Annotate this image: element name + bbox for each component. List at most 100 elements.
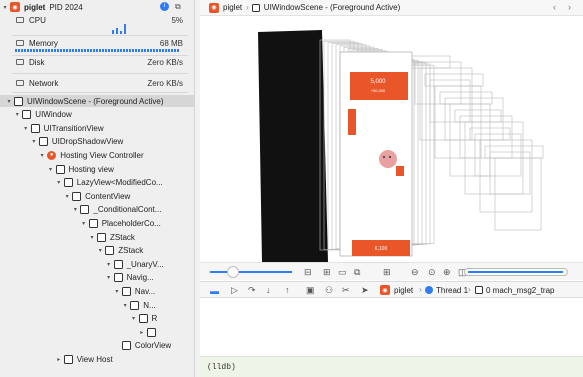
chevron-down-icon[interactable]: ▾ bbox=[0, 4, 10, 11]
view-debugger-icon[interactable]: ▣ bbox=[306, 285, 315, 295]
memory-graph-icon[interactable]: ⚇ bbox=[325, 285, 333, 295]
tree-row[interactable]: ▾ UIWindowScene - (Foreground Active) bbox=[0, 95, 195, 107]
clip-icon[interactable]: ⊞ bbox=[323, 267, 331, 277]
chevron-down-icon[interactable]: ▾ bbox=[4, 98, 14, 105]
tree-row[interactable]: ▾ UITransitionView bbox=[0, 122, 195, 134]
tree-label: ColorView bbox=[134, 341, 172, 351]
view-icon bbox=[55, 164, 65, 174]
chevron-down-icon[interactable]: ▾ bbox=[21, 125, 31, 132]
tree-row[interactable]: ▾ UIDropShadowView bbox=[0, 136, 195, 148]
jumpbar-app[interactable]: piglet bbox=[223, 3, 242, 12]
grid-icon[interactable]: ⊞ bbox=[383, 267, 391, 277]
view-controls: ⊟ ⊞ ▭ ⧉ ⊞ ⊖ ⊙ ⊕ ◫ bbox=[200, 262, 583, 280]
tree-row[interactable]: ▾ ContentView bbox=[0, 190, 195, 202]
metric-memory[interactable]: Memory 68 MB bbox=[0, 37, 195, 49]
action-button-label: 6,100 bbox=[375, 246, 388, 252]
chevron-left-icon[interactable]: ‹ bbox=[553, 2, 556, 12]
tree-label: R bbox=[151, 314, 158, 324]
tree-row[interactable]: ▾ Navig... bbox=[0, 272, 195, 284]
jump-bar: ◉ piglet › UIWindowScene - (Foreground A… bbox=[200, 0, 583, 16]
tree-row[interactable]: ▸ bbox=[0, 326, 195, 338]
tree-row[interactable]: ▾ Hosting view bbox=[0, 163, 195, 175]
zoom-reset-icon[interactable]: ⊙ bbox=[428, 267, 436, 277]
tree-row[interactable]: ▾ UIWindow bbox=[0, 109, 195, 121]
hide-debug-area-icon[interactable]: ▬ bbox=[210, 286, 219, 296]
debug-app[interactable]: piglet bbox=[394, 286, 413, 295]
debug-thread[interactable]: Thread 1 bbox=[436, 286, 468, 295]
step-out-icon[interactable]: ↑ bbox=[285, 285, 290, 295]
metric-network[interactable]: Network Zero KB/s bbox=[0, 77, 195, 89]
tree-label: UIDropShadowView bbox=[51, 137, 124, 147]
chevron-down-icon[interactable]: ▾ bbox=[129, 315, 139, 322]
chevron-right-icon: › bbox=[419, 285, 422, 294]
view-icon bbox=[138, 314, 148, 324]
tree-label: _UnaryV... bbox=[126, 259, 164, 269]
slider-knob[interactable] bbox=[227, 266, 239, 278]
tree-row[interactable]: ▾ ZStack bbox=[0, 245, 195, 257]
view-icon bbox=[72, 191, 82, 201]
process-pid: PID 2024 bbox=[49, 2, 83, 12]
continue-icon[interactable]: ▷ bbox=[231, 285, 238, 295]
view-icon bbox=[113, 273, 123, 283]
metric-value: 68 MB bbox=[159, 38, 183, 48]
divider bbox=[12, 73, 188, 74]
chevron-down-icon[interactable]: ▾ bbox=[54, 179, 64, 186]
metric-disk[interactable]: Disk Zero KB/s bbox=[0, 56, 195, 68]
location-icon[interactable]: ➤ bbox=[361, 285, 369, 295]
console-input[interactable]: (lldb) bbox=[200, 356, 583, 377]
view-hierarchy-canvas[interactable]: 5,000 +50,000 6,100 bbox=[200, 16, 583, 262]
chevron-down-icon[interactable]: ▾ bbox=[79, 220, 89, 227]
chevron-down-icon[interactable]: ▾ bbox=[87, 234, 97, 241]
range-fill bbox=[468, 271, 563, 273]
tree-label: UIWindowScene - (Foreground Active) bbox=[27, 96, 164, 106]
tree-row[interactable]: ▸ View Host bbox=[0, 353, 195, 365]
cpu-graph bbox=[112, 24, 126, 34]
copy-icon[interactable]: ⧉ bbox=[175, 2, 181, 12]
chevron-down-icon[interactable]: ▾ bbox=[12, 111, 22, 118]
spacing-slider[interactable] bbox=[210, 271, 292, 273]
chevron-down-icon[interactable]: ▾ bbox=[120, 302, 130, 309]
frames-icon[interactable]: ▭ bbox=[338, 267, 347, 277]
tree-label: UITransitionView bbox=[43, 123, 104, 133]
chevron-right-icon[interactable]: ▸ bbox=[54, 356, 64, 363]
process-name: piglet bbox=[24, 2, 46, 12]
chevron-down-icon[interactable]: ▾ bbox=[46, 166, 56, 173]
tree-row[interactable]: ▾ Nav... bbox=[0, 285, 195, 297]
chevron-down-icon[interactable]: ▾ bbox=[104, 274, 114, 281]
chevron-down-icon[interactable]: ▾ bbox=[95, 247, 105, 254]
tree-row[interactable]: ColorView bbox=[0, 340, 195, 352]
app-icon: ◉ bbox=[209, 2, 219, 13]
zoom-in-icon[interactable]: ⊕ bbox=[443, 267, 451, 277]
chevron-down-icon[interactable]: ▾ bbox=[70, 206, 80, 213]
tree-row[interactable]: ▾ ● Hosting View Controller bbox=[0, 149, 195, 161]
views-icon[interactable]: ⧉ bbox=[354, 267, 360, 277]
chevron-down-icon[interactable]: ▾ bbox=[62, 193, 72, 200]
chevron-down-icon[interactable]: ▾ bbox=[29, 138, 39, 145]
step-in-icon[interactable]: ↓ bbox=[266, 285, 271, 295]
chevron-down-icon[interactable]: ▾ bbox=[112, 288, 122, 295]
chevron-right-icon[interactable]: ▸ bbox=[137, 329, 147, 336]
layout-icon[interactable]: ⊟ bbox=[304, 267, 312, 277]
tree-row[interactable]: ▾ PlaceholderCo... bbox=[0, 217, 195, 229]
chevron-down-icon[interactable]: ▾ bbox=[104, 261, 114, 268]
view-controller-icon: ● bbox=[47, 150, 57, 160]
tree-row[interactable]: ▾ N... bbox=[0, 299, 195, 311]
step-over-icon[interactable]: ↷ bbox=[248, 285, 256, 295]
tree-row[interactable]: ▾ _UnaryV... bbox=[0, 258, 195, 270]
process-header[interactable]: ▾ ◉ piglet PID 2024 i ⧉ bbox=[0, 1, 195, 13]
chevron-right-icon[interactable]: › bbox=[568, 2, 571, 12]
tree-row[interactable]: ▾ _ConditionalCont... bbox=[0, 204, 195, 216]
debug-frame[interactable]: 0 mach_msg2_trap bbox=[486, 286, 554, 295]
zoom-out-icon[interactable]: ⊖ bbox=[411, 267, 419, 277]
tree-row[interactable]: ▾ ZStack bbox=[0, 231, 195, 243]
app-icon: ◉ bbox=[10, 2, 20, 12]
chevron-down-icon[interactable]: ▾ bbox=[37, 152, 47, 159]
jumpbar-scene[interactable]: UIWindowScene - (Foreground Active) bbox=[264, 3, 401, 12]
view-icon bbox=[130, 300, 140, 310]
tree-row[interactable]: ▾ R bbox=[0, 313, 195, 325]
environment-icon[interactable]: ✂ bbox=[342, 285, 350, 295]
info-icon[interactable]: i bbox=[160, 2, 169, 11]
tree-row[interactable]: ▾ LazyView<ModifiedCo... bbox=[0, 177, 195, 189]
piglet-image bbox=[379, 150, 397, 168]
disk-icon bbox=[16, 59, 24, 65]
